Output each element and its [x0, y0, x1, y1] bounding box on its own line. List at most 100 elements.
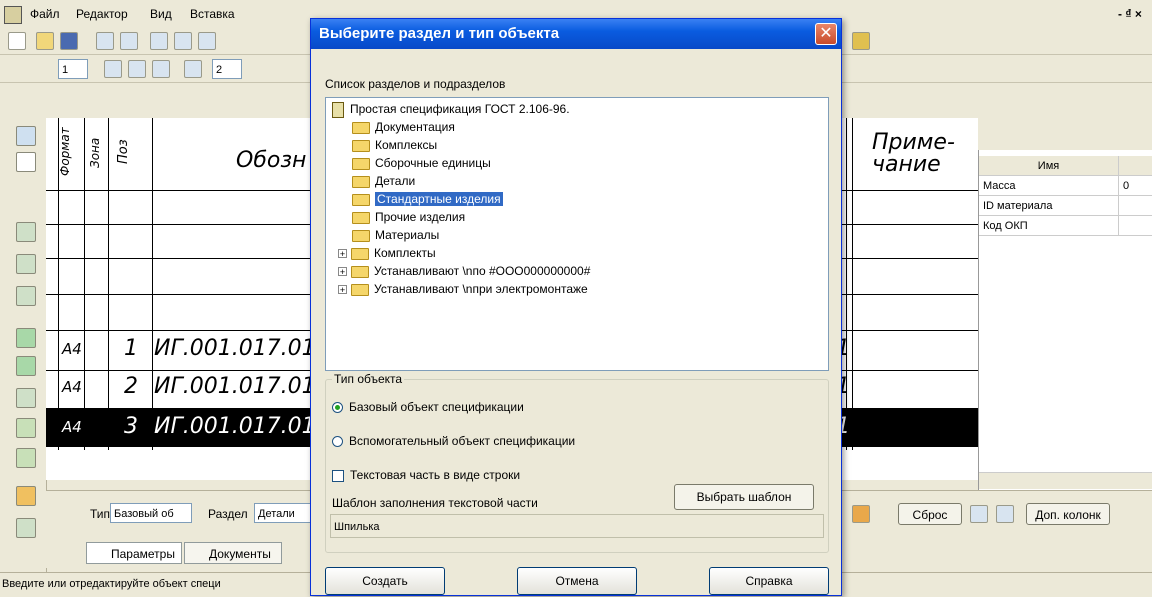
tree-item[interactable]: Документация	[352, 118, 455, 136]
tree-item[interactable]: + Устанавливают \nпри электромонтаже	[338, 280, 588, 298]
print-icon[interactable]	[96, 32, 114, 50]
select-section-dialog: Выберите раздел и тип объекта ✕ Список р…	[310, 18, 842, 596]
row-designation[interactable]: ИГ.001.017.01	[154, 414, 316, 439]
close-icon[interactable]: ✕	[815, 23, 837, 45]
tool-icon[interactable]	[16, 286, 36, 306]
col-pos-header: Поз	[116, 139, 131, 164]
section-label: Раздел	[208, 507, 248, 521]
row-designation[interactable]: ИГ.001.017.01	[154, 374, 316, 399]
col-note-header: Приме- чание	[872, 130, 955, 177]
tool-icon[interactable]	[16, 328, 36, 348]
tree-root[interactable]: Простая спецификация ГОСТ 2.106-96.	[332, 100, 570, 118]
reset-button[interactable]: Сброс	[898, 503, 962, 525]
tool-icon[interactable]	[16, 518, 36, 538]
folder-icon	[351, 247, 369, 260]
tool-icon[interactable]	[16, 486, 36, 506]
radio-aux-object[interactable]: Вспомогательный объект спецификации	[332, 434, 575, 448]
row-designation[interactable]: ИГ.001.017.01	[154, 336, 316, 361]
zoom-field[interactable]: 2	[212, 59, 242, 79]
tab-documents[interactable]: Документы	[184, 542, 282, 564]
expand-icon[interactable]: +	[338, 267, 347, 277]
app-icon[interactable]	[4, 6, 22, 24]
object-type-caption: Тип объекта	[332, 372, 405, 386]
tree-item[interactable]: Детали	[352, 172, 415, 190]
prop-value[interactable]	[1119, 196, 1152, 216]
tree-item[interactable]: Материалы	[352, 226, 439, 244]
tool-icon[interactable]	[16, 222, 36, 242]
tree-item[interactable]: Прочие изделия	[352, 208, 465, 226]
copy-icon[interactable]	[174, 32, 192, 50]
expand-icon[interactable]: +	[338, 285, 347, 295]
create-button[interactable]: Создать	[325, 567, 445, 595]
specification-icon	[332, 101, 344, 118]
page-field[interactable]: 1	[58, 59, 88, 79]
tree-item[interactable]: Сборочные единицы	[352, 154, 491, 172]
tool-icon[interactable]	[16, 126, 36, 146]
open-folder-icon	[352, 193, 370, 206]
folder-icon	[352, 121, 370, 134]
prop-value[interactable]	[1119, 216, 1152, 236]
tool-icon[interactable]	[16, 388, 36, 408]
cancel-button[interactable]: Отмена	[517, 567, 637, 595]
col-format-header: Формат	[58, 127, 72, 176]
panel-scrollbar[interactable]	[979, 472, 1152, 489]
tool-icon[interactable]	[970, 505, 988, 523]
row-format: А4	[62, 378, 82, 396]
folder-icon	[352, 229, 370, 242]
tree-item[interactable]: + Устанавливают \nпо #ООО000000000#	[338, 262, 590, 280]
paste-icon[interactable]	[198, 32, 216, 50]
text-icon[interactable]	[16, 152, 36, 172]
radio-icon	[332, 402, 343, 414]
tree-item[interactable]: Комплексы	[352, 136, 437, 154]
template-value-field[interactable]: Шпилька	[330, 514, 824, 538]
left-toolbar	[0, 118, 47, 588]
folder-icon	[351, 265, 369, 278]
tree-item[interactable]: + Комплекты	[338, 244, 436, 262]
cut-icon[interactable]	[150, 32, 168, 50]
tool-icon[interactable]	[852, 32, 870, 50]
radio-base-object[interactable]: Базовый объект спецификации	[332, 400, 524, 414]
save-icon[interactable]	[60, 32, 78, 50]
expand-icon[interactable]: +	[338, 249, 347, 259]
tool-icon[interactable]	[16, 418, 36, 438]
row-pos: 1	[124, 336, 138, 361]
section-tree[interactable]: Простая спецификация ГОСТ 2.106-96. Доку…	[325, 97, 829, 371]
preview-icon[interactable]	[120, 32, 138, 50]
new-icon[interactable]	[8, 32, 26, 50]
col-designation-header: Обозн	[236, 148, 307, 173]
extra-columns-button[interactable]: Доп. колонк	[1026, 503, 1110, 525]
prop-name: Код ОКП	[979, 216, 1119, 236]
open-icon[interactable]	[36, 32, 54, 50]
sort-icon[interactable]	[152, 60, 170, 78]
align-icon[interactable]	[104, 60, 122, 78]
menu-file[interactable]: Файл	[30, 7, 60, 21]
symbol-icon[interactable]	[128, 60, 146, 78]
menu-insert[interactable]: Вставка	[190, 7, 235, 21]
choose-template-button[interactable]: Выбрать шаблон	[674, 484, 814, 510]
table-icon[interactable]	[184, 60, 202, 78]
prop-header: Имя	[979, 156, 1119, 176]
tool-icon[interactable]	[16, 356, 36, 376]
window-controls[interactable]: - ₫ ×	[1118, 7, 1142, 21]
list-caption: Список разделов и подразделов	[325, 77, 506, 91]
checkbox-text-line[interactable]: Текстовая часть в виде строки	[332, 468, 520, 482]
prop-value[interactable]: 0	[1119, 176, 1152, 196]
tool-icon[interactable]	[16, 254, 36, 274]
section-field[interactable]: Детали	[254, 503, 312, 523]
folder-icon	[352, 157, 370, 170]
dialog-title[interactable]: Выберите раздел и тип объекта	[311, 19, 841, 49]
menu-edit[interactable]: Редактор	[76, 7, 128, 21]
folder-icon	[352, 211, 370, 224]
folder-icon	[352, 175, 370, 188]
tool-icon[interactable]	[996, 505, 1014, 523]
help-button[interactable]: Справка	[709, 567, 829, 595]
tree-item-selected[interactable]: Стандартные изделия	[352, 190, 503, 208]
row-format: А4	[62, 418, 82, 436]
type-field[interactable]: Базовый об	[110, 503, 192, 523]
grid-icon[interactable]	[852, 505, 870, 523]
tab-parameters[interactable]: Параметры	[86, 542, 182, 564]
tool-icon[interactable]	[16, 448, 36, 468]
col-zone-header: Зона	[88, 137, 102, 168]
menu-view[interactable]: Вид	[150, 7, 172, 21]
template-label: Шаблон заполнения текстовой части	[332, 496, 538, 510]
